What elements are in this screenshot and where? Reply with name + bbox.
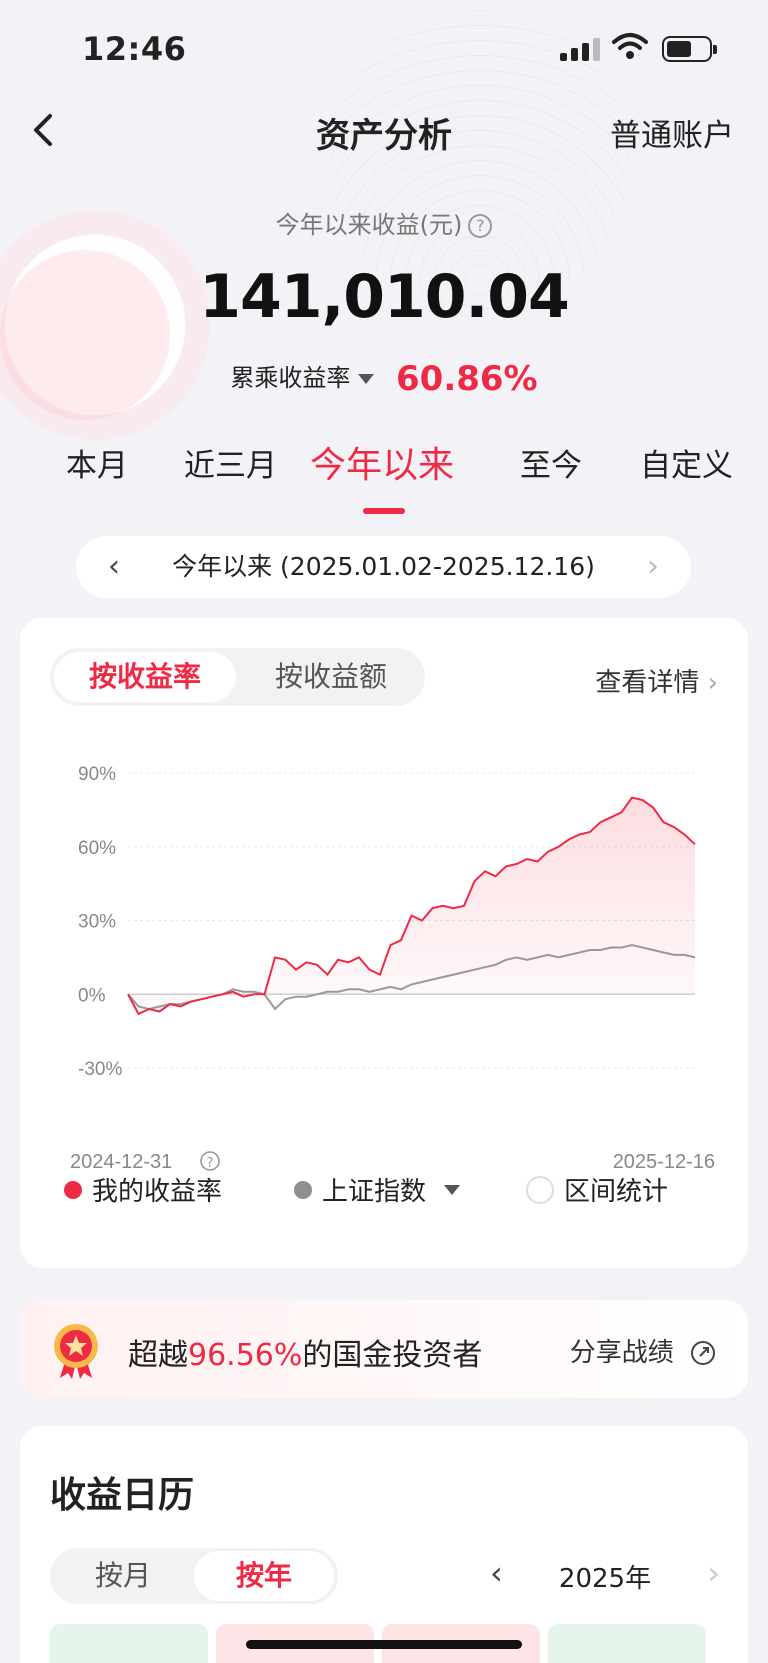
help-icon[interactable]: ? [200, 1151, 220, 1171]
calendar-title: 收益日历 [50, 1466, 194, 1518]
home-indicator [246, 1640, 522, 1649]
return-line-chart: 90% 60% 30% 0% -30% 2024-12-31 2025-12-16 ? [70, 764, 715, 1173]
tab-to-date[interactable]: 至今 [520, 440, 582, 485]
prev-year-icon[interactable]: ‹ [490, 1554, 503, 1592]
legend-interval-stats[interactable]: 区间统计 [526, 1171, 668, 1208]
earnings-label: 今年以来收益(元)? [0, 205, 768, 240]
period-tabs: 本月 近三月 今年以来 至今 自定义 [0, 440, 768, 514]
svg-text:?: ? [207, 1156, 214, 1171]
caret-down-icon [444, 1184, 461, 1195]
chart-legend: 我的收益率 上证指数 区间统计 [20, 1171, 748, 1211]
y-tick-label: 0% [78, 985, 106, 1006]
battery-icon [662, 36, 717, 62]
account-type-button[interactable]: 普通账户 [610, 110, 734, 155]
chart-mode-toggle: 按收益率 按收益额 [50, 648, 425, 706]
medal-icon [54, 1324, 98, 1379]
view-details-link[interactable]: 查看详情 › [595, 662, 718, 699]
rate-type-selector[interactable]: 累乘收益率 [230, 364, 375, 392]
calendar-mode-toggle: 按月 按年 [50, 1548, 338, 1604]
date-range-selector: ‹ 今年以来 (2025.01.02-2025.12.16) › [76, 536, 691, 598]
rate-row: 累乘收益率 60.86% [0, 358, 768, 399]
tab-this-month[interactable]: 本月 [66, 440, 128, 485]
y-tick-label: 60% [78, 838, 116, 859]
return-area [128, 797, 695, 1014]
help-icon[interactable]: ? [468, 214, 493, 238]
y-tick-label: 90% [78, 764, 116, 785]
earnings-amount: 141,010.04 [199, 262, 570, 332]
mode-by-rate[interactable]: 按收益率 [54, 652, 236, 702]
checkbox[interactable] [526, 1175, 554, 1204]
mode-by-month[interactable]: 按月 [53, 1551, 193, 1601]
signal-icon [560, 38, 600, 61]
legend-dot [64, 1180, 82, 1199]
share-icon [691, 1341, 715, 1365]
legend-dot [294, 1180, 312, 1199]
next-year-icon[interactable]: › [707, 1554, 720, 1592]
calendar-cell[interactable] [50, 1624, 208, 1663]
nav-bar: 资产分析 普通账户 [0, 100, 768, 160]
share-button[interactable]: 分享战绩 [570, 1332, 716, 1369]
x-start-label: 2024-12-31 [70, 1151, 172, 1173]
status-time: 12:46 [82, 30, 187, 68]
tab-three-months[interactable]: 近三月 [184, 440, 277, 485]
legend-index-selector[interactable]: 上证指数 [294, 1171, 461, 1208]
status-bar: 12:46 [0, 0, 768, 100]
y-tick-label: -30% [78, 1059, 122, 1080]
prev-range-icon[interactable]: ‹ [108, 536, 120, 598]
calendar-cell[interactable] [548, 1624, 706, 1663]
mode-by-year[interactable]: 按年 [194, 1551, 334, 1601]
tab-custom[interactable]: 自定义 [640, 440, 733, 485]
earnings-calendar-card: 收益日历 按月 按年 ‹ 2025年 › [20, 1426, 748, 1663]
x-end-label: 2025-12-16 [613, 1151, 715, 1173]
date-range-label: 今年以来 (2025.01.02-2025.12.16) [172, 552, 595, 581]
caret-down-icon [358, 374, 375, 384]
ranking-text: 超越96.56%的国金投资者 [128, 1338, 483, 1373]
mode-by-amount[interactable]: 按收益额 [240, 652, 422, 702]
return-chart-card: 按收益率 按收益额 查看详情 › 90% 60% 30% 0% -30% 2024-12… [20, 618, 748, 1268]
year-selector: ‹ 2025年 › [490, 1554, 720, 1595]
year-label: 2025年 [558, 1564, 652, 1594]
ranking-banner: 超越96.56%的国金投资者 分享战绩 [20, 1300, 748, 1398]
rate-value: 60.86% [396, 359, 538, 399]
tab-year-to-date[interactable]: 今年以来 [310, 436, 454, 488]
active-tab-indicator [363, 508, 405, 514]
next-range-icon[interactable]: › [647, 536, 659, 598]
wifi-icon [612, 33, 648, 59]
legend-my-return[interactable]: 我的收益率 [64, 1171, 222, 1208]
y-tick-label: 30% [78, 912, 116, 933]
